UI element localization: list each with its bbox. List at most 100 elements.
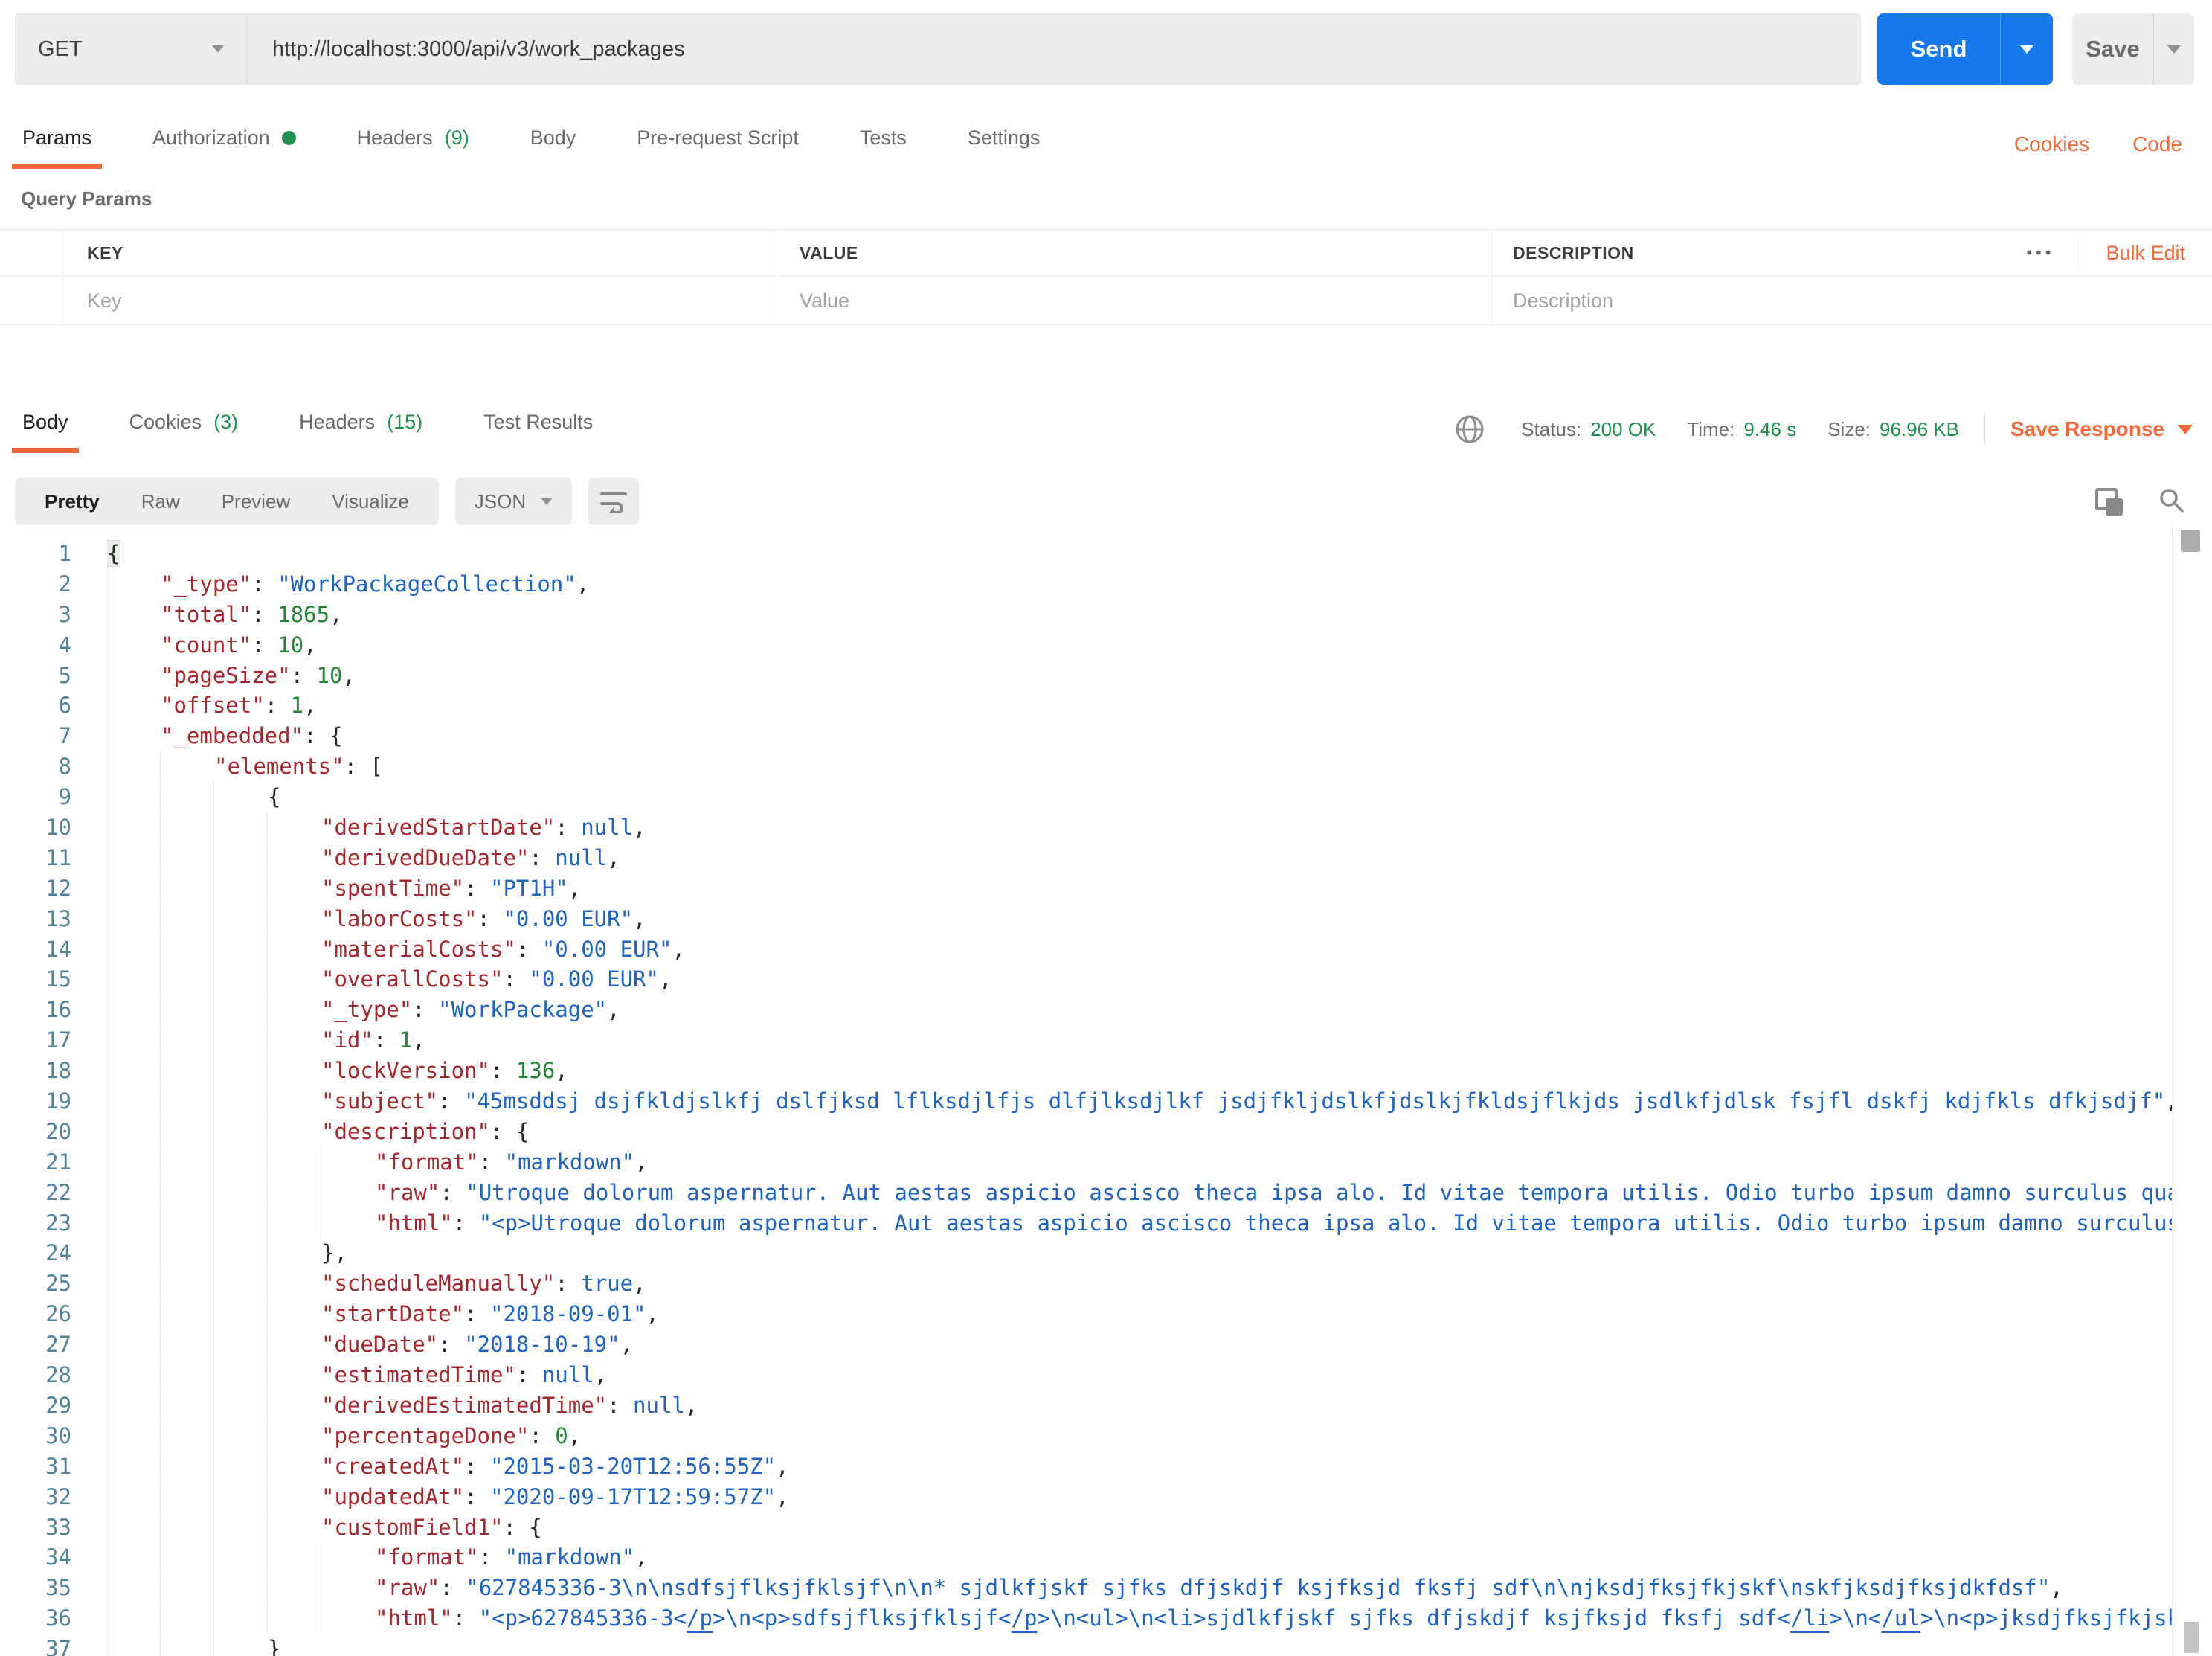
response-tab-headers[interactable]: Headers (15) (296, 411, 425, 453)
tab-pre-request-script[interactable]: Pre-request Script (634, 126, 802, 169)
tab-body[interactable]: Body (527, 126, 579, 169)
response-tab-cookies[interactable]: Cookies (3) (126, 411, 242, 453)
tab-label: Test Results (483, 411, 594, 433)
tab-label: Cookies (129, 411, 202, 433)
tab-tests[interactable]: Tests (857, 126, 910, 169)
globe-icon[interactable] (1453, 412, 1487, 446)
response-tab-body[interactable]: Body (12, 411, 79, 453)
code-line[interactable]: 18 "lockVersion": 136, (0, 1056, 2172, 1086)
code-line[interactable]: 3 "total": 1865, (0, 600, 2172, 630)
code-line[interactable]: 5 "pageSize": 10, (0, 661, 2172, 691)
save-button[interactable]: Save (2072, 13, 2153, 85)
view-visualize[interactable]: Visualize (311, 490, 430, 513)
code-line[interactable]: 34 "format": "markdown", (0, 1542, 2172, 1573)
cookies-link[interactable]: Cookies (2014, 132, 2089, 156)
line-content: "id": 1, (107, 1025, 2172, 1056)
code-line[interactable]: 32 "updatedAt": "2020-09-17T12:59:57Z", (0, 1481, 2172, 1512)
search-icon[interactable] (2157, 486, 2185, 518)
send-button[interactable]: Send (1877, 13, 2000, 85)
view-pretty[interactable]: Pretty (24, 490, 120, 513)
code-line[interactable]: 19 "subject": "45msddsj dsjfkldjslkfj dsl… (0, 1086, 2172, 1117)
url-text: http://localhost:3000/api/v3/work_packag… (272, 36, 685, 61)
code-line[interactable]: 7 "_embedded": { (0, 721, 2172, 751)
line-number: 17 (45, 1027, 71, 1053)
bulk-edit-link[interactable]: Bulk Edit (2106, 242, 2185, 265)
code-line[interactable]: 2 "_type": "WorkPackageCollection", (0, 569, 2172, 600)
code-line[interactable]: 11 "derivedDueDate": null, (0, 842, 2172, 873)
view-raw[interactable]: Raw (120, 490, 201, 513)
wrap-lines-button[interactable] (588, 478, 640, 525)
code-line[interactable]: 20 "description": { (0, 1116, 2172, 1147)
value-input[interactable]: Value (800, 289, 849, 312)
code-line[interactable]: 13 "laborCosts": "0.00 EUR", (0, 903, 2172, 934)
chevron-down-icon (2020, 45, 2033, 54)
time-value: 9.46 s (1743, 417, 1797, 440)
language-label: JSON (474, 490, 527, 513)
description-input[interactable]: Description (1513, 289, 1613, 312)
line-content: "subject": "45msddsj dsjfkldjslkfj dslfj… (107, 1086, 2172, 1117)
response-toolbar: Pretty Raw Preview Visualize JSON (15, 478, 2194, 525)
line-number: 22 (45, 1179, 71, 1205)
code-line[interactable]: 8 "elements": [ (0, 751, 2172, 782)
view-preview[interactable]: Preview (201, 490, 311, 513)
tab-label: Pre-request Script (637, 126, 799, 149)
save-options-button[interactable] (2153, 13, 2194, 85)
line-number: 25 (45, 1271, 71, 1297)
response-tab-test-results[interactable]: Test Results (480, 411, 596, 453)
code-line[interactable]: 14 "materialCosts": "0.00 EUR", (0, 934, 2172, 965)
line-number: 29 (45, 1392, 71, 1418)
url-input[interactable]: http://localhost:3000/api/v3/work_packag… (247, 14, 1860, 84)
size-value: 96.96 KB (1880, 417, 1959, 440)
line-number: 37 (45, 1636, 71, 1656)
code-line[interactable]: 9{ (0, 782, 2172, 812)
send-options-button[interactable] (2000, 13, 2053, 85)
code-line[interactable]: 24}, (0, 1238, 2172, 1268)
code-line[interactable]: 22 "raw": "Utroque dolorum aspernatur. Au… (0, 1177, 2172, 1208)
tab-label: Body (22, 411, 68, 433)
code-line[interactable]: 35 "raw": "627845336-3\n\nsdfsjflksjfklsj… (0, 1573, 2172, 1603)
code-line[interactable]: 1{ (0, 539, 2172, 569)
tab-headers[interactable]: Headers (9) (354, 126, 472, 169)
copy-icon[interactable] (2095, 487, 2123, 516)
code-line[interactable]: 33 "customField1": { (0, 1512, 2172, 1543)
line-number: 24 (45, 1240, 71, 1266)
code-line[interactable]: 27 "dueDate": "2018-10-19", (0, 1329, 2172, 1360)
method-select[interactable]: GET (16, 14, 247, 84)
line-content: "raw": "Utroque dolorum aspernatur. Aut … (107, 1177, 2172, 1208)
code-line[interactable]: 17 "id": 1, (0, 1025, 2172, 1056)
code-line[interactable]: 16 "_type": "WorkPackage", (0, 995, 2172, 1025)
line-content: "percentageDone": 0, (107, 1420, 2172, 1451)
code-link[interactable]: Code (2132, 132, 2182, 156)
tab-settings[interactable]: Settings (965, 126, 1044, 169)
tab-params[interactable]: Params (11, 126, 103, 169)
code-line[interactable]: 6 "offset": 1, (0, 690, 2172, 721)
tab-authorization[interactable]: Authorization (149, 126, 299, 169)
language-select[interactable]: JSON (454, 478, 573, 525)
code-line[interactable]: 10 "derivedStartDate": null, (0, 812, 2172, 843)
code-line[interactable]: 36 "html": "<p>627845336-3</p>\n<p>sdfsjf… (0, 1603, 2172, 1634)
save-response-button[interactable]: Save Response (2010, 417, 2193, 441)
line-number: 21 (45, 1149, 71, 1175)
code-line[interactable]: 23 "html": "<p>Utroque dolorum aspernatur… (0, 1207, 2172, 1239)
code-line[interactable]: 26 "startDate": "2018-09-01", (0, 1299, 2172, 1329)
code-line[interactable]: 25 "scheduleManually": true, (0, 1268, 2172, 1299)
code-line[interactable]: 21 "format": "markdown", (0, 1146, 2172, 1178)
code-line[interactable]: 28 "estimatedTime": null, (0, 1360, 2172, 1390)
column-header-description: DESCRIPTION (1513, 243, 1634, 263)
scrollbar-thumb[interactable] (2181, 530, 2200, 552)
line-content: "raw": "627845336-3\n\nsdfsjflksjfklsjf\… (107, 1573, 2172, 1603)
line-content: } (107, 1634, 2172, 1656)
key-input[interactable]: Key (87, 289, 122, 312)
code-line[interactable]: 37} (0, 1634, 2172, 1656)
line-content: "pageSize": 10, (161, 662, 356, 688)
code-line[interactable]: 30 "percentageDone": 0, (0, 1420, 2172, 1451)
code-line[interactable]: 12 "spentTime": "PT1H", (0, 873, 2172, 904)
code-editor[interactable]: 1{2 "_type": "WorkPackageCollection", 3 "to… (0, 539, 2172, 1656)
line-number: 5 (58, 662, 71, 688)
more-options-icon[interactable]: ••• (2026, 243, 2054, 263)
code-line[interactable]: 31 "createdAt": "2015-03-20T12:56:55Z", (0, 1451, 2172, 1482)
code-line[interactable]: 29 "derivedEstimatedTime": null, (0, 1390, 2172, 1421)
code-line[interactable]: 15 "overallCosts": "0.00 EUR", (0, 964, 2172, 995)
line-content: "estimatedTime": null, (107, 1360, 2172, 1390)
code-line[interactable]: 4 "count": 10, (0, 630, 2172, 661)
